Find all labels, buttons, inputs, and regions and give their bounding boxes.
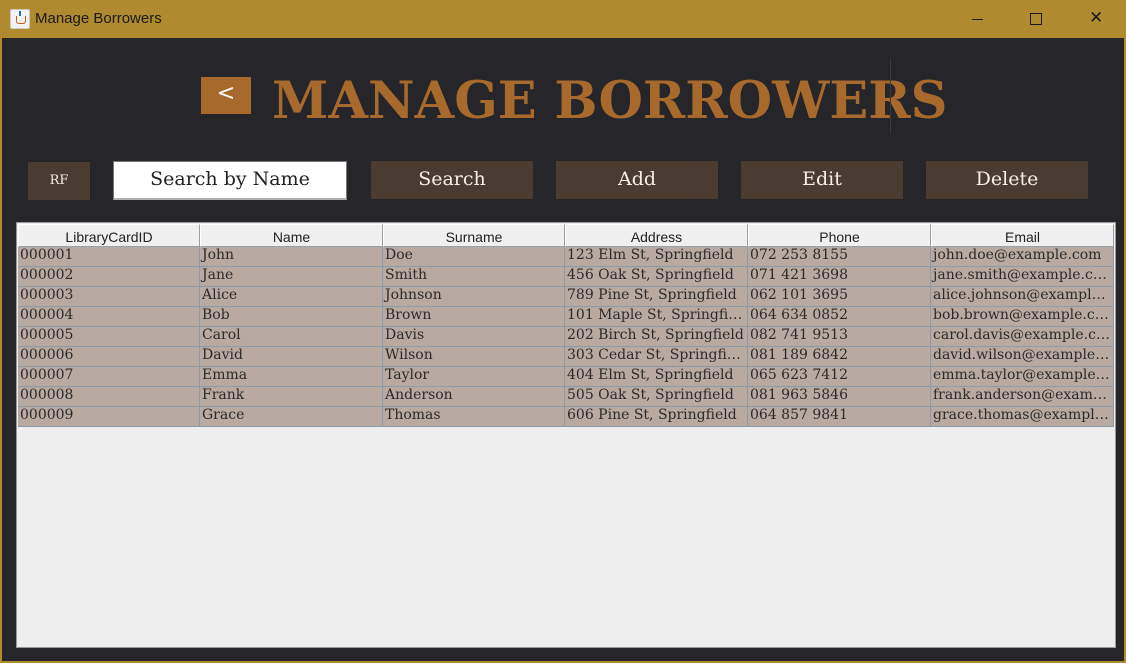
refresh-button[interactable]: RF (28, 162, 90, 200)
table-cell: Frank (200, 387, 383, 407)
page-title: MANAGE BORROWERS (272, 71, 948, 131)
table-cell: Alice (200, 287, 383, 307)
table-cell: 000004 (18, 307, 200, 327)
search-button[interactable]: Search (371, 161, 533, 199)
table-cell: 789 Pine St, Springfield (565, 287, 748, 307)
table-cell: 101 Maple St, Springfield (565, 307, 748, 327)
table-cell: 082 741 9513 (748, 327, 931, 347)
table-row[interactable]: 000006 David Wilson 303 Cedar St, Spring… (18, 347, 1114, 367)
table-cell: 606 Pine St, Springfield (565, 407, 748, 427)
table-cell: alice.johnson@example.com (931, 287, 1114, 307)
table-cell: 000005 (18, 327, 200, 347)
window-title: Manage Borrowers (35, 10, 162, 27)
table-cell: emma.taylor@example.com (931, 367, 1114, 387)
table-row[interactable]: 000009 Grace Thomas 606 Pine St, Springf… (18, 407, 1114, 427)
table-cell: frank.anderson@example.com (931, 387, 1114, 407)
app-window: Manage Borrowers ✕ < MANAGE BORROWERS RF… (0, 0, 1126, 663)
table-cell: carol.davis@example.com (931, 327, 1114, 347)
table-cell: 000003 (18, 287, 200, 307)
table-cell: 000009 (18, 407, 200, 427)
table-cell: Doe (383, 247, 565, 267)
table-cell: david.wilson@example.com (931, 347, 1114, 367)
search-input[interactable]: Search by Name (113, 161, 347, 200)
table-body: 000001 John Doe 123 Elm St, Springfield … (18, 247, 1114, 427)
table-cell: Brown (383, 307, 565, 327)
table-cell: 303 Cedar St, Springfield (565, 347, 748, 367)
back-button[interactable]: < (201, 77, 251, 114)
table-cell: Taylor (383, 367, 565, 387)
table-cell: 000001 (18, 247, 200, 267)
table-cell: Emma (200, 367, 383, 387)
table-cell: 123 Elm St, Springfield (565, 247, 748, 267)
table-cell: David (200, 347, 383, 367)
table-cell: 064 857 9841 (748, 407, 931, 427)
table-cell: John (200, 247, 383, 267)
table-cell: 000002 (18, 267, 200, 287)
table-cell: john.doe@example.com (931, 247, 1114, 267)
column-header-surname[interactable]: Surname (383, 224, 565, 247)
java-app-icon (10, 9, 30, 29)
table-cell: 202 Birch St, Springfield (565, 327, 748, 347)
table-cell: Wilson (383, 347, 565, 367)
table-cell: Davis (383, 327, 565, 347)
table-cell: 000006 (18, 347, 200, 367)
table-cell: 081 189 6842 (748, 347, 931, 367)
add-button[interactable]: Add (556, 161, 718, 199)
table-cell: Bob (200, 307, 383, 327)
main-panel: < MANAGE BORROWERS RF Search by Name Sea… (2, 38, 1124, 661)
column-header-email[interactable]: Email (931, 224, 1114, 247)
table-cell: Smith (383, 267, 565, 287)
table-cell: 456 Oak St, Springfield (565, 267, 748, 287)
table-row[interactable]: 000007 Emma Taylor 404 Elm St, Springfie… (18, 367, 1114, 387)
table-cell: 062 101 3695 (748, 287, 931, 307)
column-header-name[interactable]: Name (200, 224, 383, 247)
close-button[interactable]: ✕ (1066, 0, 1124, 38)
edit-button[interactable]: Edit (741, 161, 903, 199)
close-icon: ✕ (1089, 8, 1104, 28)
minimize-icon (972, 19, 983, 20)
table-cell: Thomas (383, 407, 565, 427)
table-cell: 071 421 3698 (748, 267, 931, 287)
table-cell: 000007 (18, 367, 200, 387)
delete-button[interactable]: Delete (926, 161, 1088, 199)
table-cell: grace.thomas@example.com (931, 407, 1114, 427)
column-header-phone[interactable]: Phone (748, 224, 931, 247)
table-cell: Jane (200, 267, 383, 287)
table-row[interactable]: 000002 Jane Smith 456 Oak St, Springfiel… (18, 267, 1114, 287)
table-cell: 404 Elm St, Springfield (565, 367, 748, 387)
table-row[interactable]: 000008 Frank Anderson 505 Oak St, Spring… (18, 387, 1114, 407)
table-cell: 081 963 5846 (748, 387, 931, 407)
title-bar[interactable]: Manage Borrowers ✕ (0, 0, 1126, 38)
table-cell: 065 623 7412 (748, 367, 931, 387)
table-cell: Johnson (383, 287, 565, 307)
table-cell: Grace (200, 407, 383, 427)
table-cell: 072 253 8155 (748, 247, 931, 267)
maximize-icon (1030, 13, 1042, 25)
column-header-address[interactable]: Address (565, 224, 748, 247)
table-cell: bob.brown@example.com (931, 307, 1114, 327)
table-row[interactable]: 000003 Alice Johnson 789 Pine St, Spring… (18, 287, 1114, 307)
table-cell: Carol (200, 327, 383, 347)
table-row[interactable]: 000005 Carol Davis 202 Birch St, Springf… (18, 327, 1114, 347)
table-cell: 064 634 0852 (748, 307, 931, 327)
borrowers-table[interactable]: LibraryCardID Name Surname Address Phone… (16, 222, 1116, 648)
column-header-librarycardid[interactable]: LibraryCardID (18, 224, 200, 247)
minimize-button[interactable] (949, 0, 1007, 38)
divider (890, 58, 891, 134)
table-row[interactable]: 000001 John Doe 123 Elm St, Springfield … (18, 247, 1114, 267)
table-cell: Anderson (383, 387, 565, 407)
table-cell: jane.smith@example.com (931, 267, 1114, 287)
table-header: LibraryCardID Name Surname Address Phone… (18, 224, 1114, 247)
table-row[interactable]: 000004 Bob Brown 101 Maple St, Springfie… (18, 307, 1114, 327)
maximize-button[interactable] (1007, 0, 1065, 38)
table-cell: 505 Oak St, Springfield (565, 387, 748, 407)
table-cell: 000008 (18, 387, 200, 407)
